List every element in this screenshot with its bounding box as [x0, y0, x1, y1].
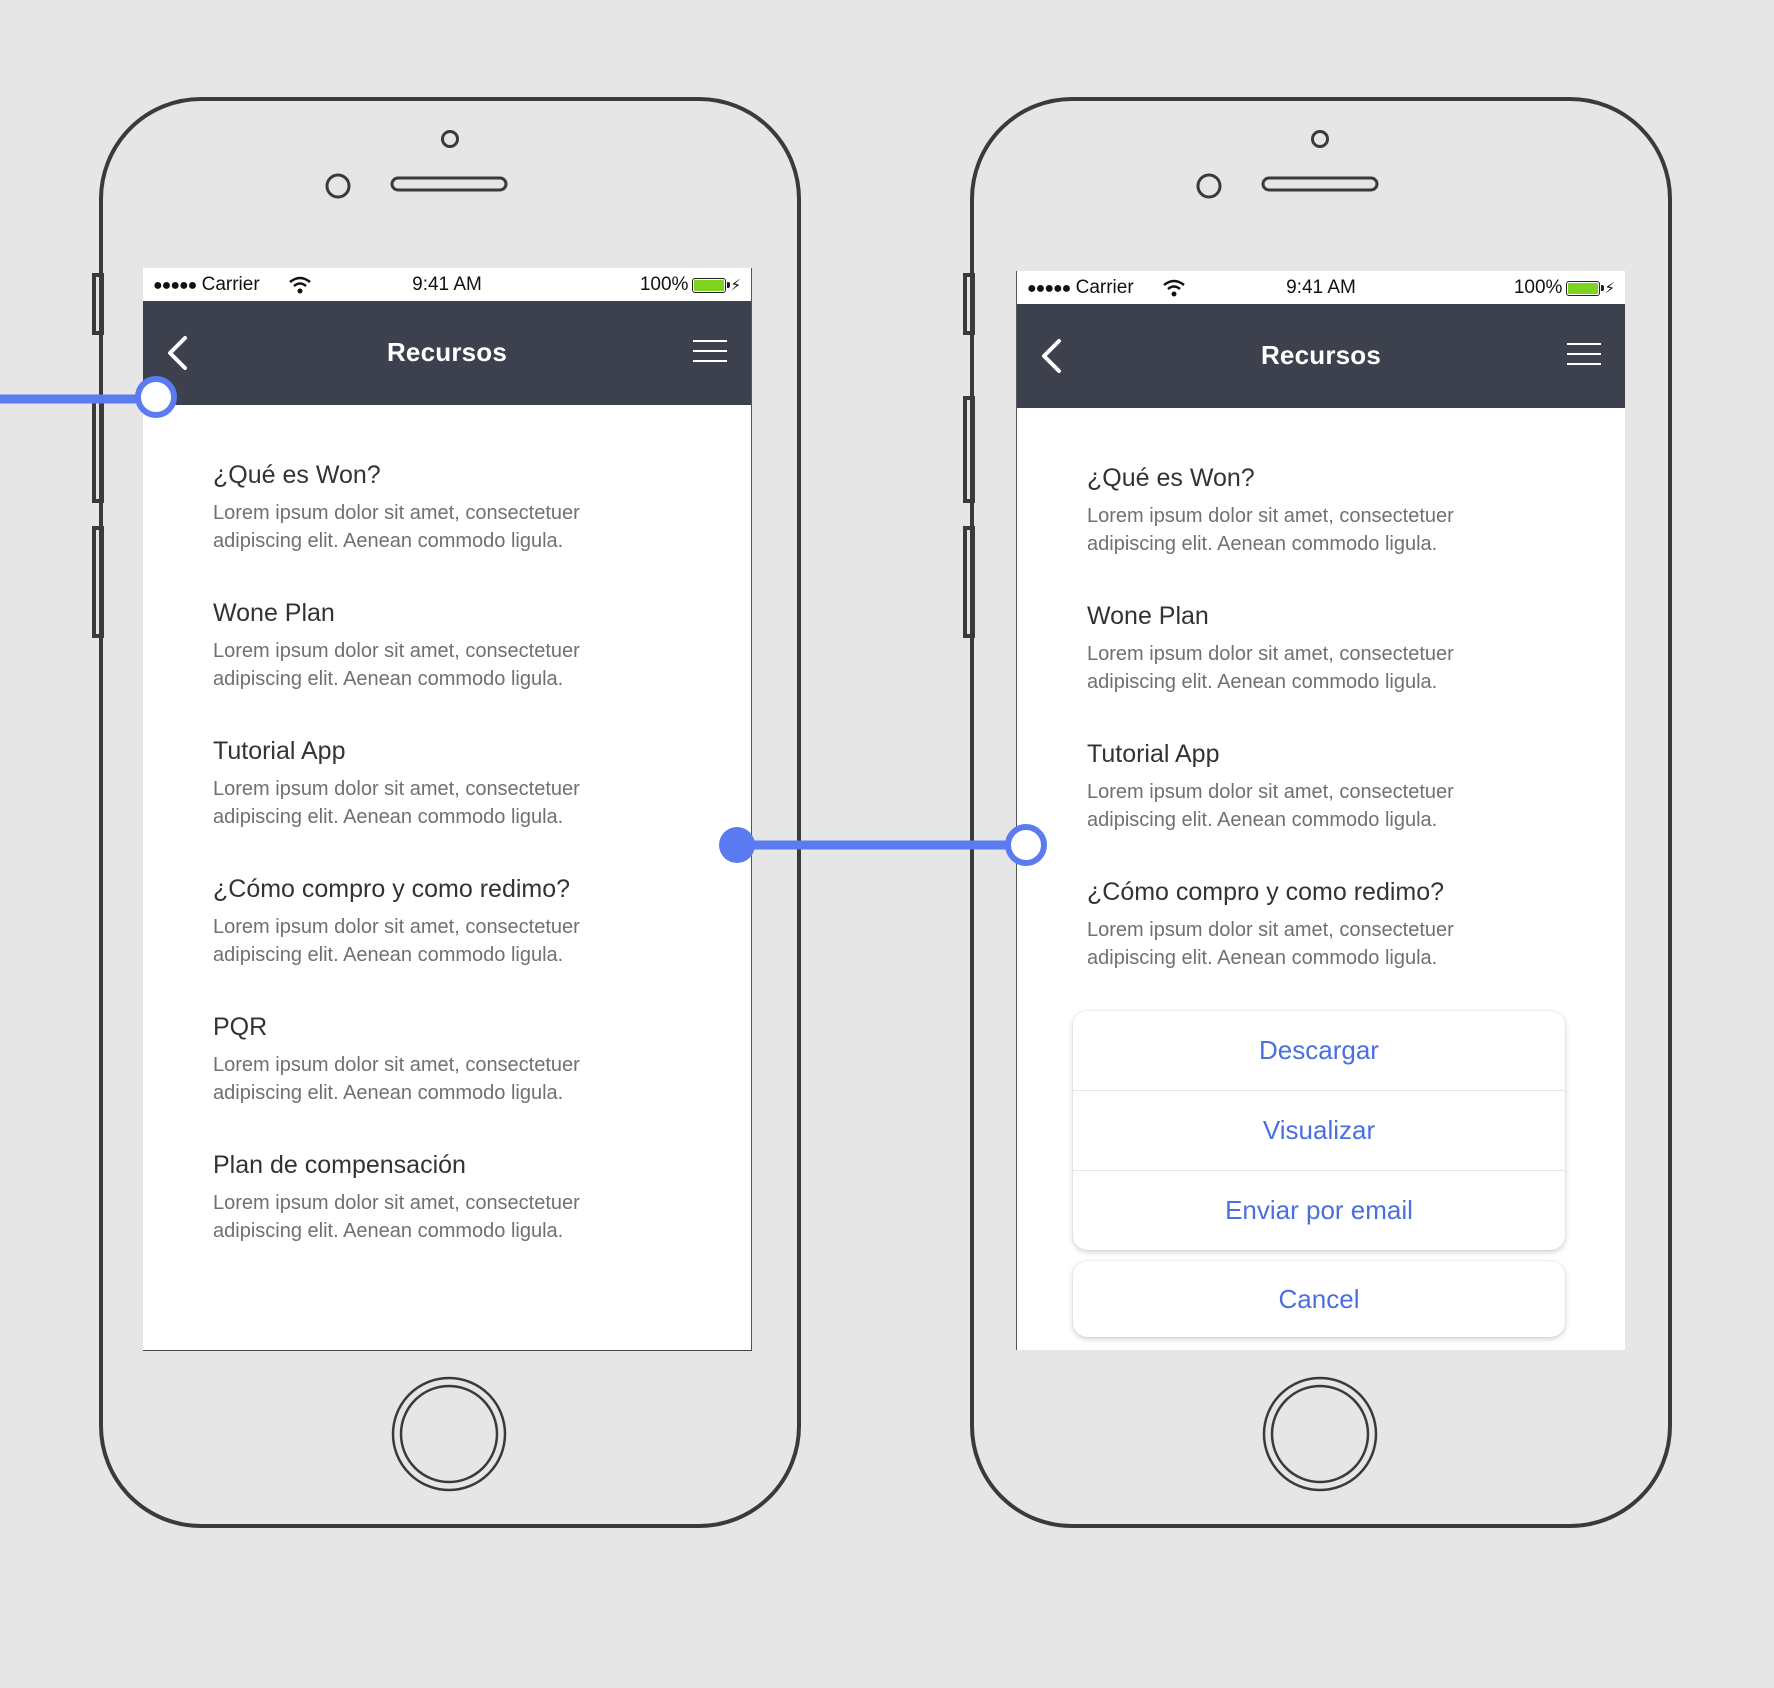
battery-group: 100% ⚡ [640, 274, 741, 296]
status-bar: ●●●●● Carrier 9:41 AM 100% ⚡ [143, 268, 751, 301]
status-bar: ●●●●● Carrier 9:41 AM 100% ⚡ [1017, 271, 1625, 304]
battery-icon [1566, 280, 1605, 296]
item-title: Tutorial App [213, 737, 346, 765]
list-item[interactable]: ¿Cómo compro y como redimo? Lorem ipsum d… [213, 875, 681, 1013]
charging-icon: ⚡ [1604, 280, 1615, 297]
item-description: Lorem ipsum dolor sit amet, consectetuer… [1087, 919, 1454, 969]
page-title: Recursos [386, 337, 508, 367]
cancel-button[interactable]: Cancel [1073, 1261, 1565, 1337]
item-description: Lorem ipsum dolor sit amet, consectetuer… [213, 1192, 580, 1242]
list-item[interactable]: Plan de compensación Lorem ipsum dolor si… [213, 1151, 681, 1289]
item-description: Lorem ipsum dolor sit amet, consectetuer… [1087, 643, 1454, 693]
item-title: ¿Cómo compro y como redimo? [213, 875, 571, 903]
nav-bar: Recursos [1017, 304, 1625, 408]
item-title: PQR [213, 1013, 268, 1041]
cancel-sheet: Cancel [1073, 1261, 1565, 1337]
descargar-button[interactable]: Descargar [1073, 1011, 1565, 1091]
list-item[interactable]: Wone Plan Lorem ipsum dolor sit amet, con… [1087, 602, 1555, 740]
battery-percent: 100% [1513, 277, 1563, 298]
item-title: Wone Plan [213, 599, 335, 627]
connector-node-origin [719, 827, 755, 863]
screen-recursos-action-sheet: ●●●●● Carrier 9:41 AM 100% ⚡ Recursos ¿Q… [1016, 271, 1625, 1350]
connector-node-start [135, 376, 177, 418]
item-title: Plan de compensación [213, 1151, 466, 1179]
resource-list: ¿Qué es Won? Lorem ipsum dolor sit amet, … [1017, 408, 1625, 1016]
battery-percent: 100% [639, 274, 689, 295]
item-description: Lorem ipsum dolor sit amet, consectetuer… [213, 502, 580, 552]
list-item[interactable]: Tutorial App Lorem ipsum dolor sit amet, … [213, 737, 681, 875]
item-title: Tutorial App [1087, 740, 1220, 768]
list-item[interactable]: ¿Qué es Won? Lorem ipsum dolor sit amet, … [213, 461, 681, 599]
item-description: Lorem ipsum dolor sit amet, consectetuer… [213, 1054, 580, 1104]
item-description: Lorem ipsum dolor sit amet, consectetuer… [1087, 781, 1454, 831]
action-sheet: Descargar Visualizar Enviar por email [1073, 1011, 1565, 1250]
item-title: Wone Plan [1087, 602, 1209, 630]
screen-recursos-list: ●●●●● Carrier 9:41 AM 100% ⚡ Recursos ¿Q… [143, 268, 752, 1351]
charging-icon: ⚡ [730, 277, 741, 294]
nav-bar: Recursos [143, 301, 751, 405]
list-item[interactable]: PQR Lorem ipsum dolor sit amet, consectet… [213, 1013, 681, 1151]
list-item[interactable]: ¿Cómo compro y como redimo? Lorem ipsum d… [1087, 878, 1555, 1016]
enviar-por-email-button[interactable]: Enviar por email [1073, 1171, 1565, 1250]
list-item[interactable]: ¿Qué es Won? Lorem ipsum dolor sit amet, … [1087, 464, 1555, 602]
hamburger-menu-icon[interactable] [693, 340, 727, 366]
page-title: Recursos [1260, 340, 1382, 370]
item-description: Lorem ipsum dolor sit amet, consectetuer… [213, 778, 580, 828]
item-title: ¿Qué es Won? [1087, 464, 1255, 492]
connector-node-target [1005, 824, 1047, 866]
item-title: ¿Cómo compro y como redimo? [1087, 878, 1445, 906]
list-item[interactable]: Wone Plan Lorem ipsum dolor sit amet, con… [213, 599, 681, 737]
battery-group: 100% ⚡ [1514, 277, 1615, 299]
item-description: Lorem ipsum dolor sit amet, consectetuer… [213, 916, 580, 966]
battery-icon [692, 277, 731, 293]
item-description: Lorem ipsum dolor sit amet, consectetuer… [213, 640, 580, 690]
item-title: ¿Qué es Won? [213, 461, 381, 489]
resource-list: ¿Qué es Won? Lorem ipsum dolor sit amet, … [143, 405, 751, 1289]
hamburger-menu-icon[interactable] [1567, 343, 1601, 369]
item-description: Lorem ipsum dolor sit amet, consectetuer… [1087, 505, 1454, 555]
visualizar-button[interactable]: Visualizar [1073, 1091, 1565, 1171]
list-item[interactable]: Tutorial App Lorem ipsum dolor sit amet, … [1087, 740, 1555, 878]
